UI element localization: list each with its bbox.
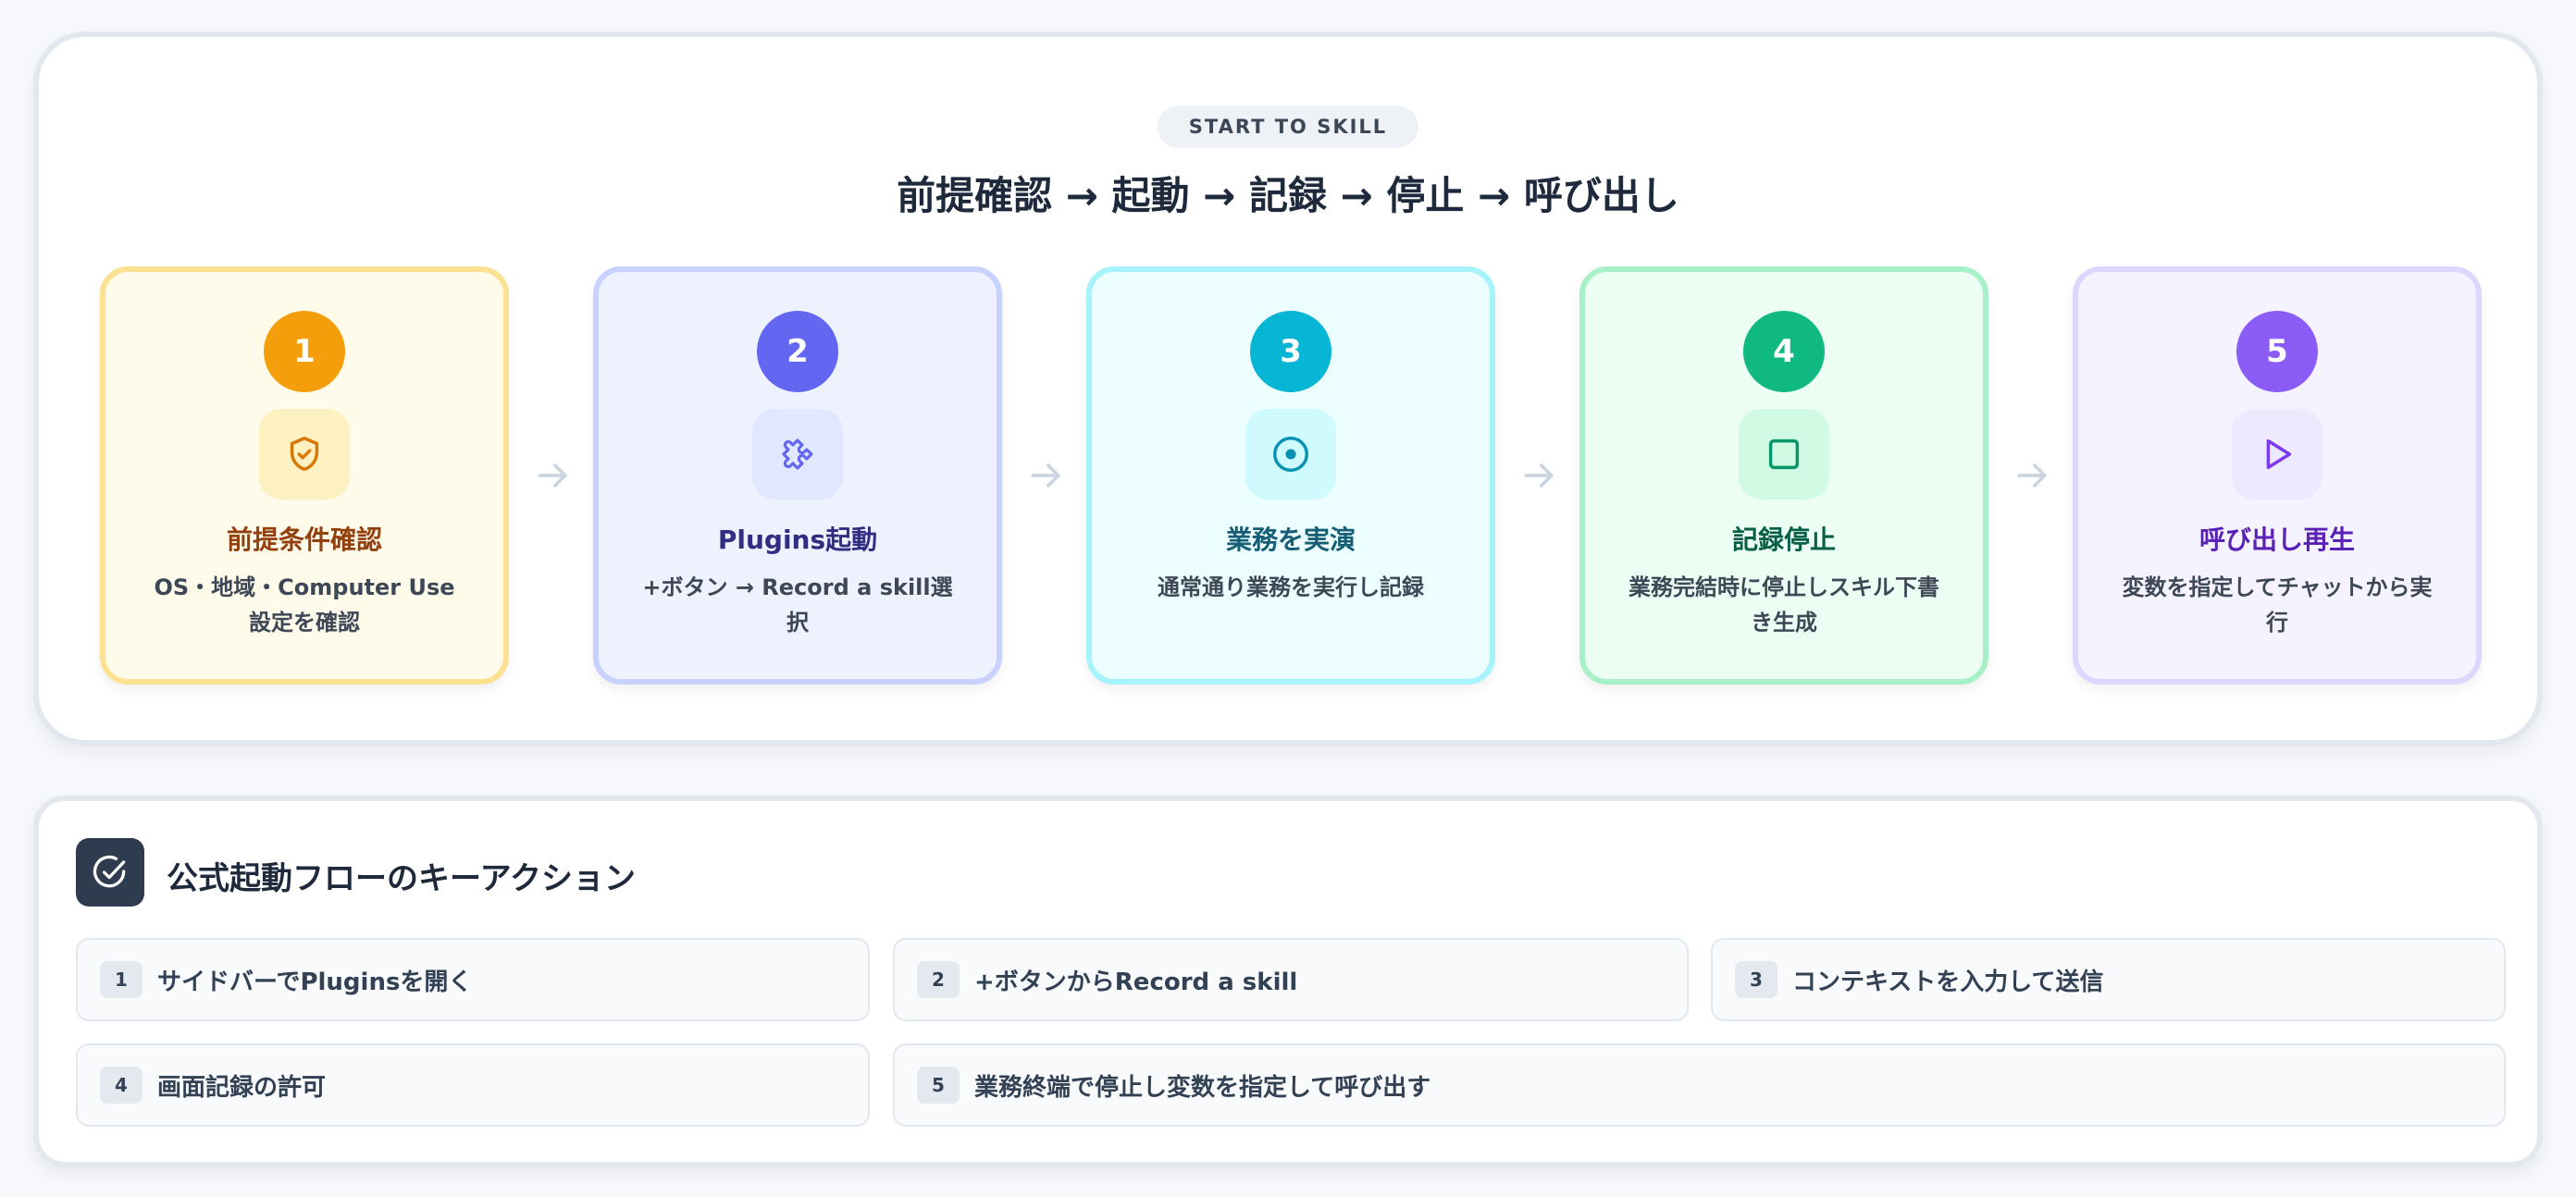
shield-check-icon — [259, 409, 350, 500]
step-description: 変数を指定してチャットから実行 — [2122, 574, 2433, 636]
step-description: OS・地域・Computer Use設定を確認 — [154, 574, 455, 636]
play-icon — [2232, 409, 2322, 500]
key-action-item-1: 1 サイドバーでPluginsを開く — [76, 938, 870, 1021]
step-number-badge: 2 — [757, 311, 838, 392]
action-text: サイドバーでPluginsを開く — [157, 968, 473, 996]
step-card-3: 3 業務を実演 通常通り業務を実行し記録 — [1086, 266, 1495, 685]
step-number-badge: 4 — [1743, 311, 1825, 392]
step-number-badge: 3 — [1250, 311, 1331, 392]
action-text: コンテキストを入力して送信 — [1792, 968, 2104, 996]
record-icon — [1245, 409, 1336, 500]
key-action-item-4: 4 画面記録の許可 — [76, 1043, 870, 1127]
step-description: 業務完結時に停止しスキル下書き生成 — [1629, 574, 1939, 636]
step-title: 記録停止 — [1731, 524, 1836, 555]
action-index-badge: 1 — [100, 961, 142, 998]
step-title: 業務を実演 — [1225, 524, 1356, 555]
action-index-badge: 3 — [1735, 961, 1777, 998]
arrow-right-icon — [2017, 463, 2047, 487]
step-title: Plugins起動 — [717, 524, 878, 555]
eyebrow-label: START TO SKILL — [1157, 105, 1419, 148]
puzzle-icon — [752, 409, 843, 500]
arrow-right-icon — [538, 463, 567, 487]
step-description: 通常通り業務を実行し記録 — [1158, 574, 1424, 600]
action-text: 画面記録の許可 — [157, 1073, 327, 1102]
step-card-4: 4 記録停止 業務完結時に停止しスキル下書き生成 — [1579, 266, 1988, 685]
arrow-right-icon — [1524, 463, 1554, 487]
step-card-1: 1 前提条件確認 OS・地域・Computer Use設定を確認 — [100, 266, 509, 685]
key-actions-panel: 公式起動フローのキーアクション 1 サイドバーでPluginsを開く 2 +ボタ… — [33, 796, 2543, 1167]
action-text: +ボタンからRecord a skill — [974, 968, 1298, 996]
arrow-right-icon — [1031, 463, 1060, 487]
step-title: 呼び出し再生 — [2198, 524, 2355, 555]
check-circle-icon — [76, 838, 144, 907]
step-title: 前提条件確認 — [226, 524, 382, 555]
step-description: +ボタン → Record a skill選択 — [642, 574, 953, 636]
action-index-badge: 5 — [917, 1067, 960, 1104]
key-action-item-2: 2 +ボタンからRecord a skill — [893, 938, 1689, 1021]
key-action-item-3: 3 コンテキストを入力して送信 — [1711, 938, 2506, 1021]
action-text: 業務終端で停止し変数を指定して呼び出す — [974, 1073, 1431, 1102]
step-number-badge: 5 — [2236, 311, 2318, 392]
start-to-skill-flow-panel: START TO SKILL 前提確認 → 起動 → 記録 → 停止 → 呼び出… — [33, 31, 2543, 746]
key-actions-title: 公式起動フローのキーアクション — [167, 860, 636, 897]
key-action-item-5: 5 業務終端で停止し変数を指定して呼び出す — [893, 1043, 2506, 1127]
step-number-badge: 1 — [264, 311, 345, 392]
action-index-badge: 2 — [917, 961, 960, 998]
step-card-2: 2 Plugins起動 +ボタン → Record a skill選択 — [593, 266, 1002, 685]
flow-title: 前提確認 → 起動 → 記録 → 停止 → 呼び出し — [897, 173, 1679, 218]
action-index-badge: 4 — [100, 1067, 142, 1104]
step-card-5: 5 呼び出し再生 変数を指定してチャットから実行 — [2073, 266, 2482, 685]
stop-icon — [1739, 409, 1829, 500]
